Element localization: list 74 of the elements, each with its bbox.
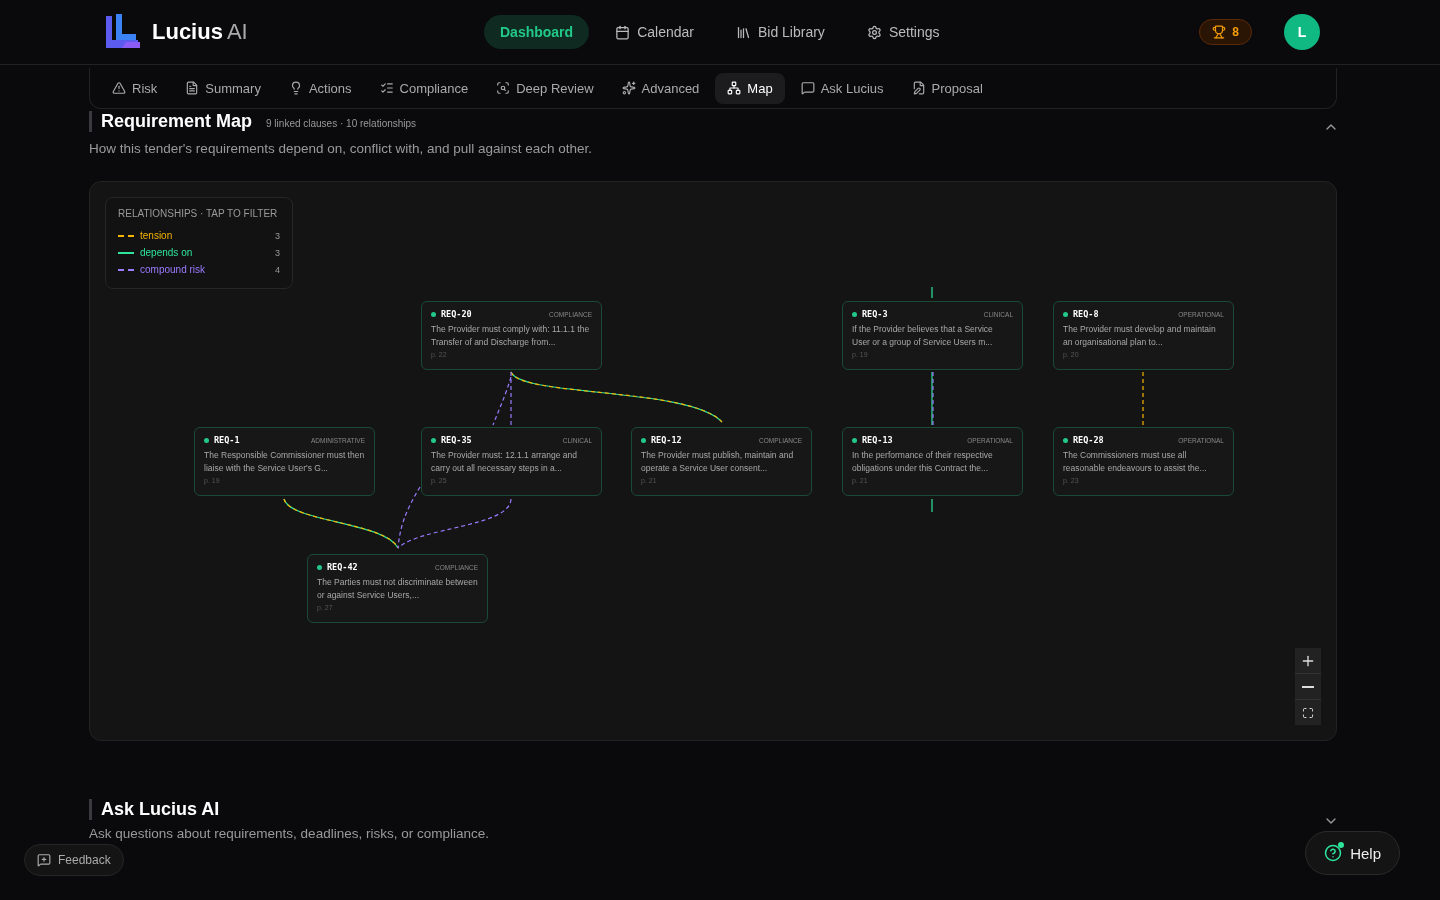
zoom-in-button[interactable] bbox=[1295, 648, 1321, 673]
status-dot bbox=[1063, 437, 1068, 443]
status-dot bbox=[852, 311, 857, 317]
checklist-icon bbox=[379, 81, 394, 95]
message-plus-icon bbox=[37, 853, 51, 867]
status-dot bbox=[1063, 311, 1068, 317]
sparkle-icon bbox=[621, 81, 636, 95]
requirement-text: The Provider must comply with: 11.1.1 the Transfer of and Discharge from... bbox=[431, 323, 591, 348]
tab[interactable]: Proposal bbox=[899, 72, 995, 104]
fit-view-button[interactable] bbox=[1295, 700, 1321, 725]
nav-link[interactable]: Dashboard bbox=[484, 15, 590, 49]
help-button[interactable]: Help bbox=[1305, 831, 1400, 875]
file-edit-icon bbox=[911, 81, 926, 95]
minus-icon bbox=[1302, 685, 1314, 688]
requirement-text: The Parties must not discriminate between or against Service Users,... bbox=[317, 576, 478, 601]
section-meta: 9 linked clauses · 10 relationships bbox=[266, 117, 417, 129]
requirement-text: In the performance of their respective obligations under this Contract the... bbox=[852, 449, 994, 474]
fit-view-icon bbox=[1302, 706, 1314, 719]
brand-suffix: AI bbox=[226, 19, 248, 45]
requirement-text: The Provider must: 12.1.1 arrange and carry out all necessary steps in a... bbox=[431, 449, 578, 474]
nav-link[interactable]: Calendar bbox=[599, 15, 710, 49]
status-dot bbox=[852, 437, 857, 443]
nav-link[interactable]: Settings bbox=[850, 15, 956, 49]
tab[interactable]: Risk bbox=[100, 72, 170, 104]
requirement-id: REQ-3 bbox=[862, 309, 889, 319]
help-icon bbox=[1324, 844, 1343, 862]
requirement-id: REQ-28 bbox=[1073, 435, 1105, 445]
status-dot bbox=[204, 437, 209, 443]
status-dot bbox=[317, 564, 322, 570]
tab[interactable]: Advanced bbox=[609, 72, 712, 104]
tab[interactable]: Map bbox=[715, 72, 785, 104]
requirement-id: REQ-12 bbox=[651, 435, 683, 445]
status-dot bbox=[641, 437, 646, 443]
settings-icon bbox=[866, 24, 882, 40]
trophy-badge[interactable]: 8 bbox=[1199, 19, 1252, 45]
legend-item[interactable]: compound risk 4 bbox=[118, 261, 280, 278]
section-title: Requirement Map bbox=[101, 110, 253, 132]
requirement-id: REQ-1 bbox=[214, 435, 241, 445]
logo-icon bbox=[104, 14, 142, 50]
requirement-text: The Provider must develop and maintain an organisational plan to... bbox=[1063, 323, 1217, 348]
requirement-id: REQ-8 bbox=[1073, 309, 1100, 319]
warning-icon bbox=[112, 81, 126, 95]
legend-item[interactable]: depends on 3 bbox=[118, 244, 280, 261]
requirement-text: The Responsible Commissioner must then liaise with the Service User's G... bbox=[204, 449, 365, 474]
section-title: Ask Lucius AI bbox=[101, 799, 220, 820]
status-dot bbox=[431, 437, 436, 443]
requirement-text: The Provider must publish, maintain and operate a Service User consent... bbox=[641, 449, 795, 474]
legend-item[interactable]: tension 3 bbox=[118, 227, 280, 244]
tab[interactable]: Compliance bbox=[367, 72, 481, 104]
trophy-icon bbox=[1212, 25, 1227, 39]
tab[interactable]: Ask Lucius bbox=[788, 72, 896, 104]
legend-title: RELATIONSHIPS · TAP TO FILTER bbox=[118, 208, 279, 219]
status-dot bbox=[431, 311, 436, 317]
requirement-id: REQ-42 bbox=[327, 562, 359, 572]
scan-icon bbox=[496, 81, 511, 95]
calendar-icon bbox=[615, 24, 631, 40]
requirement-id: REQ-13 bbox=[862, 435, 894, 445]
requirement-text: If the Provider believes that a Service User or a group of Service Users m... bbox=[852, 323, 994, 348]
section-description: Ask questions about requirements, deadlines, risks, or compliance. bbox=[89, 826, 489, 841]
tab[interactable]: Summary bbox=[173, 72, 273, 104]
document-icon bbox=[185, 81, 200, 95]
nav-link[interactable]: Bid Library bbox=[719, 15, 841, 49]
chat-icon bbox=[800, 81, 815, 95]
requirement-id: REQ-35 bbox=[441, 435, 473, 445]
requirement-id: REQ-20 bbox=[441, 309, 473, 319]
brand-name: Lucius bbox=[152, 19, 223, 45]
library-icon bbox=[735, 24, 751, 40]
requirement-text: The Commissioners must use all reasonable endeavours to assist the... bbox=[1063, 449, 1208, 474]
zoom-out-button[interactable] bbox=[1295, 674, 1321, 699]
section-description: How this tender's requirements depend on, conflict with, and pull against each other. bbox=[89, 141, 594, 156]
tab[interactable]: Actions bbox=[276, 72, 364, 104]
feedback-button[interactable]: Feedback bbox=[24, 844, 124, 876]
tab[interactable]: Deep Review bbox=[484, 72, 606, 104]
network-icon bbox=[727, 81, 742, 95]
